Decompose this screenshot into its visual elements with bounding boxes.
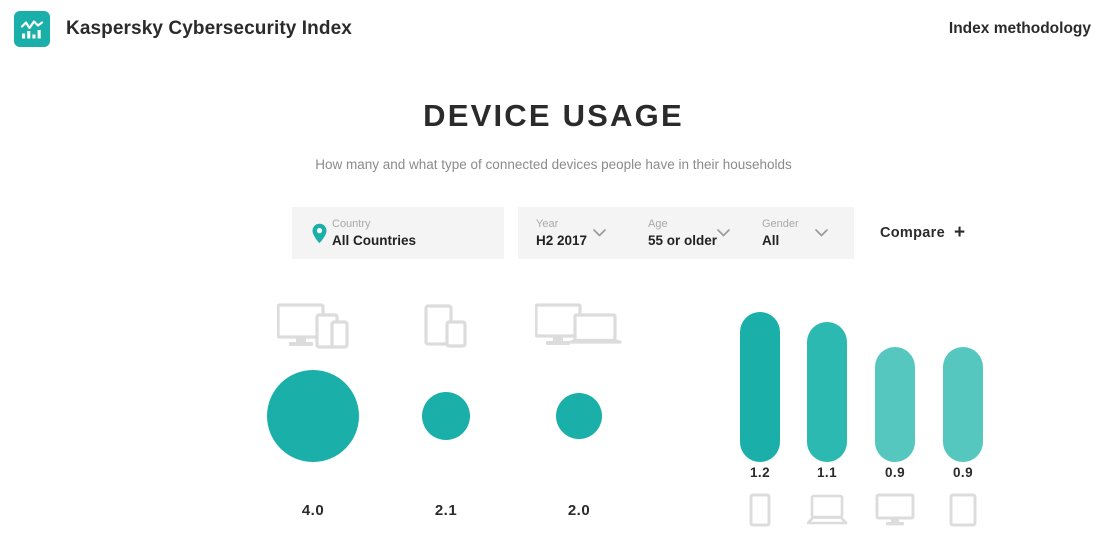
bar-laptop <box>807 322 847 462</box>
bubble-group-all-devices[interactable]: 4.0 <box>243 290 383 554</box>
bar-smartphone <box>740 312 780 462</box>
filter-gap <box>504 207 518 259</box>
bubble-computers <box>509 358 649 474</box>
page-title: DEVICE USAGE <box>423 98 684 133</box>
year-filter-label: Year <box>536 217 559 230</box>
age-filter-value: 55 or older <box>648 232 718 248</box>
bubble-label-computers: 2.0 <box>567 502 591 519</box>
monitor-icon <box>863 493 927 537</box>
device-type-bar-chart: 1.2 1.1 0.9 0.9 <box>720 290 1000 554</box>
gender-filter-label: Gender <box>762 217 799 230</box>
bar-group-desktop[interactable]: 0.9 <box>863 290 927 554</box>
filter-gender[interactable]: Gender All <box>746 207 854 259</box>
page-subtitle: How many and what type of connected devi… <box>315 157 792 172</box>
compare-button-label: Compare <box>880 225 945 241</box>
tablet-phone-icon <box>376 292 516 350</box>
monitor-laptop-icon <box>509 292 649 350</box>
device-bubble-chart: 4.0 2.1 2.0 <box>250 290 650 554</box>
bar-label-tablet: 0.9 <box>953 465 973 480</box>
tablet-icon <box>931 493 995 537</box>
filter-age[interactable]: Age 55 or older <box>632 207 746 259</box>
filter-year[interactable]: Year H2 2017 <box>518 207 632 259</box>
laptop-icon <box>795 493 859 537</box>
filter-bar: Country All Countries Year H2 2017 Age 5… <box>292 207 969 259</box>
bubble-all-devices <box>243 358 383 474</box>
bar-group-smartphone[interactable]: 1.2 <box>728 290 792 554</box>
bar-group-laptop[interactable]: 1.1 <box>795 290 859 554</box>
index-methodology-link[interactable]: Index methodology <box>949 20 1091 38</box>
bubble-group-mobile-devices[interactable]: 2.1 <box>376 290 516 554</box>
app-header: Kaspersky Cybersecurity Index Index meth… <box>0 0 1107 58</box>
bar-label-desktop: 0.9 <box>885 465 905 480</box>
brand: Kaspersky Cybersecurity Index <box>14 11 352 47</box>
bar-label-smartphone: 1.2 <box>750 465 770 480</box>
bubble-mobile-devices <box>376 358 516 474</box>
title-block: DEVICE USAGE How many and what type of c… <box>0 96 1107 174</box>
chevron-down-icon[interactable] <box>593 229 606 237</box>
bubble-group-computers[interactable]: 2.0 <box>509 290 649 554</box>
bar-track <box>863 290 927 462</box>
bubble-label-all-devices: 4.0 <box>301 502 325 519</box>
bar-track <box>728 290 792 462</box>
bar-group-tablet[interactable]: 0.9 <box>931 290 995 554</box>
location-pin-icon <box>306 223 332 244</box>
gender-filter-value: All <box>762 232 780 248</box>
bar-desktop <box>875 347 915 462</box>
country-filter-value: All Countries <box>332 232 417 248</box>
bar-label-laptop: 1.1 <box>817 465 837 480</box>
filter-country[interactable]: Country All Countries <box>292 207 504 259</box>
bar-tablet <box>943 347 983 462</box>
bar-track <box>795 290 859 462</box>
bar-track <box>931 290 995 462</box>
chart-logo-icon <box>14 11 50 47</box>
phone-icon <box>728 493 792 537</box>
compare-button[interactable]: Compare + <box>876 207 969 259</box>
plus-icon: + <box>953 222 966 243</box>
country-filter-label: Country <box>332 217 371 230</box>
bubble-label-mobile-devices: 2.1 <box>434 502 458 519</box>
brand-title: Kaspersky Cybersecurity Index <box>66 18 352 39</box>
chevron-down-icon[interactable] <box>814 229 828 237</box>
chevron-down-icon[interactable] <box>717 229 730 237</box>
year-filter-value: H2 2017 <box>536 232 588 248</box>
country-filter-group: Country All Countries <box>292 207 504 259</box>
monitor-tablet-phone-icon <box>243 292 383 350</box>
age-filter-label: Age <box>648 217 668 230</box>
demographic-filter-group: Year H2 2017 Age 55 or older Gender All <box>518 207 854 259</box>
